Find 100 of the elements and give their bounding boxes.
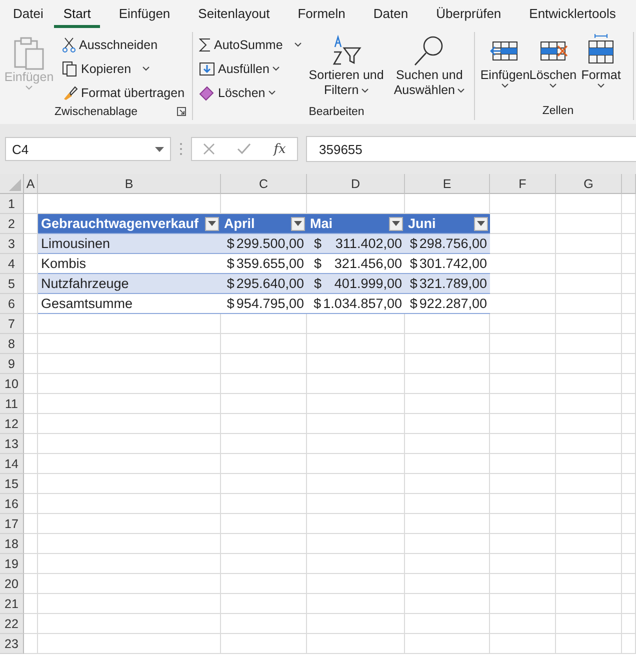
empty-cell[interactable] bbox=[556, 494, 622, 514]
empty-cell[interactable] bbox=[490, 614, 556, 634]
empty-cell[interactable] bbox=[221, 414, 307, 434]
cancel-icon[interactable] bbox=[203, 143, 216, 155]
empty-cell[interactable] bbox=[307, 454, 405, 474]
empty-cell[interactable] bbox=[405, 534, 490, 554]
empty-cell[interactable] bbox=[24, 294, 38, 314]
empty-cell[interactable] bbox=[405, 494, 490, 514]
empty-cell[interactable] bbox=[490, 594, 556, 614]
empty-cell[interactable] bbox=[490, 634, 556, 654]
empty-cell[interactable] bbox=[405, 434, 490, 454]
empty-cell[interactable] bbox=[622, 314, 636, 334]
empty-cell[interactable] bbox=[307, 574, 405, 594]
empty-cell[interactable] bbox=[221, 634, 307, 654]
empty-cell[interactable] bbox=[622, 214, 636, 234]
empty-cell[interactable] bbox=[490, 254, 556, 274]
empty-cell[interactable] bbox=[622, 514, 636, 534]
row-header[interactable]: 15 bbox=[0, 474, 24, 494]
empty-cell[interactable] bbox=[38, 574, 221, 594]
empty-cell[interactable] bbox=[38, 494, 221, 514]
empty-cell[interactable] bbox=[622, 414, 636, 434]
empty-cell[interactable] bbox=[556, 294, 622, 314]
empty-cell[interactable] bbox=[622, 434, 636, 454]
empty-cell[interactable] bbox=[221, 554, 307, 574]
filter-button[interactable] bbox=[389, 216, 403, 230]
empty-cell[interactable] bbox=[556, 574, 622, 594]
empty-cell[interactable] bbox=[38, 534, 221, 554]
empty-cell[interactable] bbox=[221, 534, 307, 554]
ribbon-tab[interactable]: Formeln bbox=[288, 0, 354, 28]
row-header[interactable]: 5 bbox=[0, 274, 24, 294]
ribbon-tab[interactable]: Datei bbox=[4, 0, 52, 28]
ribbon-tab[interactable]: Einfügen bbox=[110, 0, 180, 28]
ribbon-tab[interactable]: Daten bbox=[364, 0, 418, 28]
empty-cell[interactable] bbox=[307, 474, 405, 494]
empty-cell[interactable] bbox=[24, 454, 38, 474]
empty-cell[interactable] bbox=[24, 354, 38, 374]
empty-cell[interactable] bbox=[405, 454, 490, 474]
empty-cell[interactable] bbox=[490, 194, 556, 214]
empty-cell[interactable] bbox=[490, 454, 556, 474]
row-header[interactable]: 3 bbox=[0, 234, 24, 254]
empty-cell[interactable] bbox=[556, 554, 622, 574]
empty-cell[interactable] bbox=[221, 354, 307, 374]
insert-cells-button[interactable]: Einfügen bbox=[483, 32, 527, 102]
column-header[interactable] bbox=[622, 174, 636, 194]
empty-cell[interactable] bbox=[556, 314, 622, 334]
empty-cell[interactable] bbox=[24, 254, 38, 274]
empty-cell[interactable] bbox=[405, 634, 490, 654]
sort-filter-button[interactable]: Sortieren und Filtern bbox=[306, 32, 387, 103]
empty-cell[interactable] bbox=[490, 374, 556, 394]
empty-cell[interactable] bbox=[622, 474, 636, 494]
ribbon-tab[interactable]: Überprüfen bbox=[427, 0, 510, 28]
format-painter-button[interactable]: Format übertragen bbox=[62, 82, 185, 103]
empty-cell[interactable] bbox=[490, 334, 556, 354]
empty-cell[interactable] bbox=[490, 394, 556, 414]
empty-cell[interactable] bbox=[556, 254, 622, 274]
empty-cell[interactable] bbox=[490, 434, 556, 454]
empty-cell[interactable] bbox=[622, 274, 636, 294]
empty-cell[interactable] bbox=[307, 354, 405, 374]
empty-cell[interactable] bbox=[24, 514, 38, 534]
empty-cell[interactable] bbox=[622, 554, 636, 574]
empty-cell[interactable] bbox=[405, 314, 490, 334]
empty-cell[interactable] bbox=[405, 514, 490, 534]
empty-cell[interactable] bbox=[622, 594, 636, 614]
empty-cell[interactable] bbox=[556, 214, 622, 234]
empty-cell[interactable] bbox=[38, 514, 221, 534]
empty-cell[interactable] bbox=[307, 434, 405, 454]
row-header[interactable]: 14 bbox=[0, 454, 24, 474]
empty-cell[interactable] bbox=[556, 234, 622, 254]
empty-cell[interactable] bbox=[490, 494, 556, 514]
empty-cell[interactable] bbox=[24, 374, 38, 394]
formula-input[interactable]: 359655 bbox=[306, 136, 636, 162]
drag-handle-icon[interactable] bbox=[179, 141, 183, 157]
select-all-button[interactable] bbox=[0, 174, 24, 194]
filter-button[interactable] bbox=[205, 216, 219, 230]
empty-cell[interactable] bbox=[556, 434, 622, 454]
empty-cell[interactable] bbox=[38, 634, 221, 654]
empty-cell[interactable] bbox=[490, 294, 556, 314]
empty-cell[interactable] bbox=[24, 314, 38, 334]
empty-cell[interactable] bbox=[38, 454, 221, 474]
empty-cell[interactable] bbox=[490, 534, 556, 554]
empty-cell[interactable] bbox=[556, 194, 622, 214]
empty-cell[interactable] bbox=[221, 394, 307, 414]
empty-cell[interactable] bbox=[307, 494, 405, 514]
column-header[interactable]: E bbox=[405, 174, 490, 194]
empty-cell[interactable] bbox=[556, 414, 622, 434]
empty-cell[interactable] bbox=[556, 454, 622, 474]
row-header[interactable]: 4 bbox=[0, 254, 24, 274]
format-cells-button[interactable]: Format bbox=[579, 32, 623, 102]
empty-cell[interactable] bbox=[405, 474, 490, 494]
copy-button[interactable]: Kopieren bbox=[62, 58, 185, 79]
empty-cell[interactable] bbox=[221, 574, 307, 594]
column-header[interactable]: G bbox=[556, 174, 622, 194]
empty-cell[interactable] bbox=[24, 634, 38, 654]
empty-cell[interactable] bbox=[490, 414, 556, 434]
empty-cell[interactable] bbox=[405, 334, 490, 354]
row-header[interactable]: 20 bbox=[0, 574, 24, 594]
empty-cell[interactable] bbox=[556, 274, 622, 294]
empty-cell[interactable] bbox=[38, 314, 221, 334]
cut-button[interactable]: Ausschneiden bbox=[62, 34, 185, 55]
empty-cell[interactable] bbox=[622, 234, 636, 254]
